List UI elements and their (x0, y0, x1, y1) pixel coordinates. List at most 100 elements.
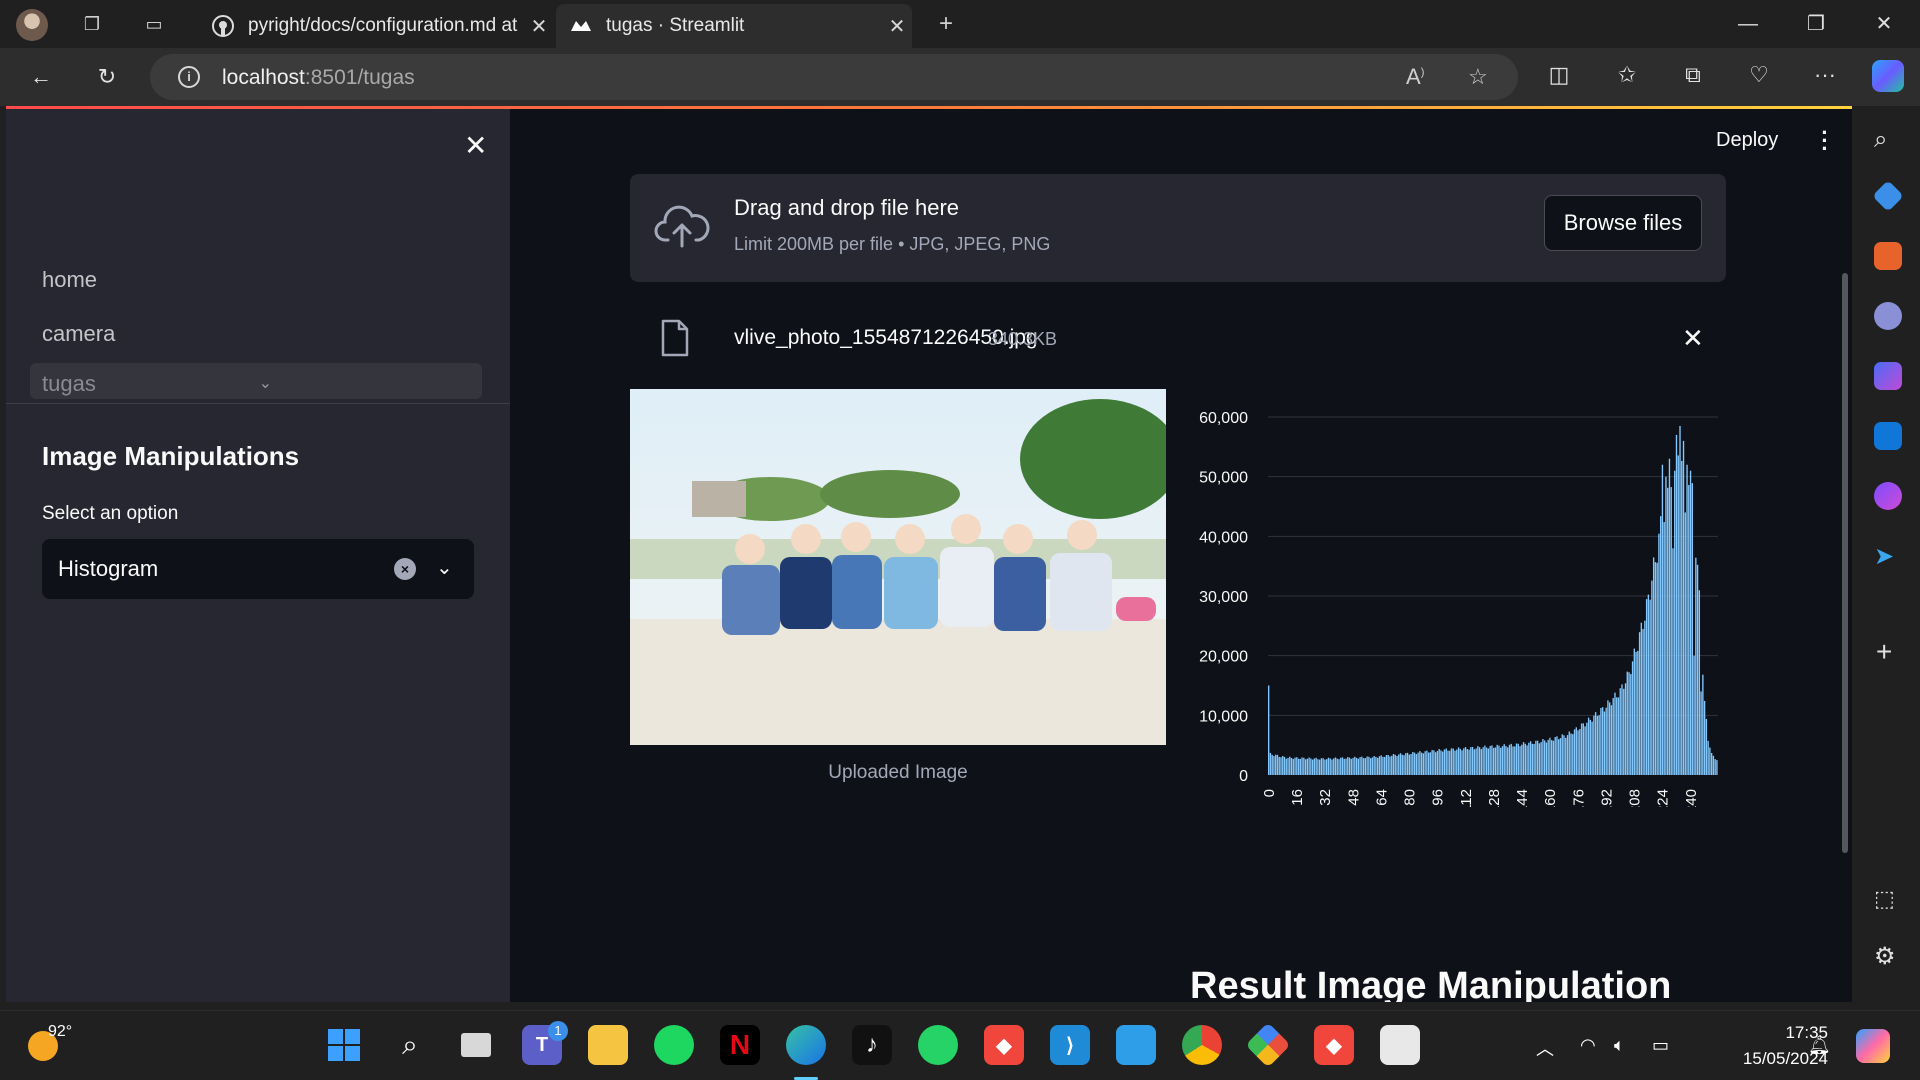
histogram-bar (1679, 425, 1681, 775)
histogram-bar (1533, 744, 1535, 775)
search-icon[interactable]: ⌕ (390, 1025, 430, 1065)
read-aloud-icon[interactable]: A) (1406, 64, 1424, 90)
netflix-icon[interactable]: N (720, 1025, 760, 1065)
volume-icon[interactable]: 🔈︎ (1614, 1035, 1625, 1056)
minimize-icon[interactable]: — (1714, 0, 1782, 48)
close-tab-icon[interactable]: ✕ (882, 14, 912, 39)
histogram-bar (1463, 748, 1465, 775)
manipulation-select[interactable]: Histogram × ⌄ (42, 539, 474, 599)
add-panel-icon[interactable]: + (1876, 636, 1892, 668)
favorites-icon[interactable]: ✩ (1612, 62, 1642, 88)
chevron-down-icon[interactable]: ⌄ (259, 373, 272, 393)
close-window-icon[interactable]: ✕ (1850, 0, 1918, 48)
url-host: localhost (222, 66, 305, 89)
histogram-bar (1507, 747, 1509, 775)
histogram-bar (1373, 756, 1375, 775)
search-icon[interactable]: ⌕ (1874, 126, 1887, 154)
split-screen-icon[interactable]: ◫ (1544, 62, 1574, 88)
collections-icon[interactable]: ⧉ (1678, 62, 1708, 88)
histogram-bar (1610, 705, 1613, 775)
histogram-bar (1389, 756, 1391, 775)
gitkraken-icon[interactable] (1245, 1022, 1291, 1068)
notifications-bell-icon[interactable]: 🔔︎ (1808, 1035, 1831, 1056)
refresh-icon[interactable]: ↻ (92, 62, 122, 92)
shopping-icon[interactable] (1872, 180, 1904, 212)
histogram-chart: 0 10,000 20,000 30,000 40,000 50,000 60,000 0 16… (1199, 410, 1718, 807)
spotify-icon[interactable] (654, 1025, 694, 1065)
copilot-icon[interactable] (1872, 60, 1904, 92)
send-icon[interactable]: ➤ (1874, 542, 1894, 571)
remove-file-icon[interactable]: ✕ (1682, 323, 1704, 354)
wifi-icon[interactable]: ◠ (1580, 1035, 1596, 1056)
site-info-icon[interactable]: i (178, 66, 200, 88)
edge-icon[interactable] (786, 1025, 826, 1065)
settings-gear-icon[interactable]: ⚙ (1874, 942, 1896, 971)
clear-selection-icon[interactable]: × (394, 558, 416, 580)
url-text[interactable]: localhost:8501/tugas (222, 66, 415, 90)
x-tick-label: 160 (1542, 789, 1559, 807)
task-view-icon[interactable] (456, 1025, 496, 1065)
histogram-bar (1573, 729, 1576, 775)
windows-taskbar: 92° ⌕ T 1 N ♪ ◆ ⟩ ◆ ︿ ◠ 🔈︎ ▭ 17:35 15/05… (0, 1010, 1920, 1080)
histogram-bar (1324, 759, 1326, 775)
whatsapp-icon[interactable] (918, 1025, 958, 1065)
browse-files-button[interactable]: Browse files (1544, 195, 1702, 251)
copilot-taskbar-icon[interactable] (1856, 1029, 1890, 1063)
histogram-bar (1508, 744, 1511, 775)
scrollbar[interactable] (1842, 273, 1848, 853)
tools-icon[interactable] (1874, 242, 1902, 270)
close-sidebar-icon[interactable]: ✕ (464, 129, 487, 162)
show-hidden-icons-chevron-icon[interactable]: ︿ (1536, 1035, 1554, 1061)
games-icon[interactable] (1874, 302, 1902, 330)
x-tick-label: 128 (1486, 789, 1503, 807)
histogram-bar (1491, 745, 1493, 775)
file-explorer-icon[interactable] (588, 1025, 628, 1065)
x-tick-label: 48 (1345, 789, 1362, 806)
close-tab-icon[interactable]: ✕ (524, 14, 554, 39)
favorite-star-icon[interactable]: ☆ (1468, 64, 1488, 90)
chrome-icon[interactable] (1182, 1025, 1222, 1065)
chevron-down-icon[interactable]: ⌄ (436, 555, 453, 580)
histogram-bar (1586, 722, 1588, 775)
screenshot-icon[interactable]: ⬚ (1874, 886, 1895, 912)
designer-icon[interactable] (1874, 482, 1902, 510)
new-tab-icon[interactable]: + (934, 12, 958, 36)
nav-item-home[interactable]: home (42, 267, 97, 293)
vertical-tabs-icon[interactable]: ▭ (142, 12, 166, 36)
address-bar[interactable]: i localhost:8501/tugas A) ☆ (150, 54, 1518, 100)
histogram-bar (1598, 715, 1600, 775)
back-icon[interactable]: ← (26, 62, 56, 92)
tiktok-icon[interactable]: ♪ (852, 1025, 892, 1065)
histogram-bar (1601, 707, 1604, 775)
outlook-icon[interactable] (1874, 422, 1902, 450)
histogram-bar (1570, 733, 1572, 775)
histogram-bar (1436, 750, 1439, 775)
weather-temperature[interactable]: 92° (48, 1023, 72, 1041)
x-tick-label: 64 (1373, 789, 1390, 806)
file-dropzone[interactable]: Drag and drop file here Limit 200MB per … (630, 174, 1726, 282)
deploy-button[interactable]: Deploy (1716, 129, 1778, 152)
histogram-bar (1624, 683, 1627, 775)
histogram-bar (1510, 743, 1512, 775)
browser-essentials-icon[interactable]: ♡ (1744, 62, 1774, 88)
copilot-app-icon[interactable] (1874, 362, 1902, 390)
notepad-icon[interactable] (1116, 1025, 1156, 1065)
anydesk-icon[interactable]: ◆ (984, 1025, 1024, 1065)
profile-avatar[interactable] (16, 9, 48, 41)
histogram-bar (1619, 688, 1621, 775)
histogram-bar (1327, 757, 1330, 775)
histogram-bar (1689, 470, 1692, 775)
nav-item-camera[interactable]: camera (42, 321, 115, 347)
vscode-icon[interactable]: ⟩ (1050, 1025, 1090, 1065)
anydesk-icon[interactable]: ◆ (1314, 1025, 1354, 1065)
tab-github[interactable]: pyright/docs/configuration.md at ✕ (198, 4, 554, 48)
workspaces-icon[interactable]: ❐ (80, 12, 104, 36)
restore-icon[interactable]: ❐ (1782, 0, 1850, 48)
windows-start-icon[interactable] (324, 1025, 364, 1065)
main-menu-icon[interactable]: · · · (1820, 122, 1830, 160)
battery-icon[interactable]: ▭ (1652, 1035, 1669, 1056)
tab-streamlit[interactable]: tugas · Streamlit ✕ (556, 4, 912, 48)
more-menu-icon[interactable]: ··· (1810, 62, 1840, 88)
snipping-tool-icon[interactable] (1380, 1025, 1420, 1065)
nav-item-tugas[interactable]: tugas ⌄ (30, 363, 482, 399)
